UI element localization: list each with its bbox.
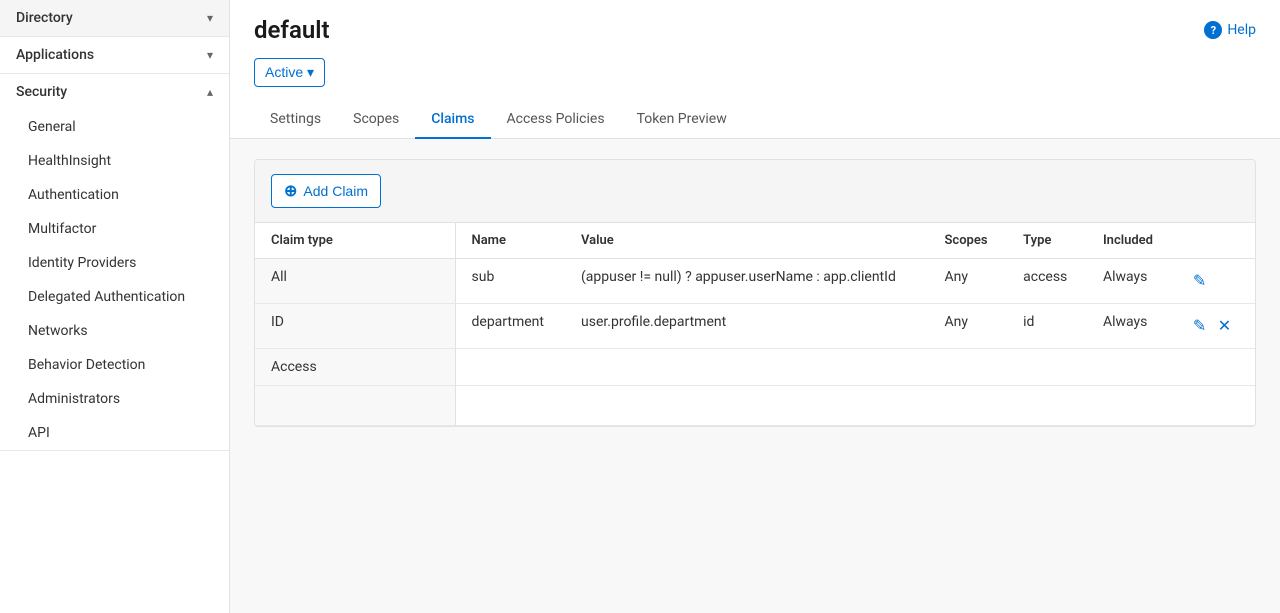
empty-content-cell xyxy=(455,386,1255,426)
sidebar-section-header-security[interactable]: Security ▴ xyxy=(0,74,229,110)
sidebar: Directory ▾ Applications ▾ Security ▴ Ge… xyxy=(0,0,230,613)
claim-included-cell: Always xyxy=(1087,304,1173,349)
col-header-claim-type: Claim type xyxy=(255,223,455,259)
main-body: ⊕ Add Claim Claim type Name Value xyxy=(230,139,1280,613)
col-header-included: Included xyxy=(1087,223,1173,259)
sidebar-item-healthinsight[interactable]: HealthInsight xyxy=(0,144,229,178)
help-link[interactable]: ? Help xyxy=(1204,21,1256,39)
sidebar-item-networks[interactable]: Networks xyxy=(0,314,229,348)
claim-type-val-cell: access xyxy=(1007,259,1087,304)
claim-type-val-cell: id xyxy=(1007,304,1087,349)
active-status-button[interactable]: Active ▾ xyxy=(254,58,325,87)
add-claim-button[interactable]: ⊕ Add Claim xyxy=(271,174,381,208)
sidebar-section-label-security: Security xyxy=(16,84,67,100)
col-header-type: Type xyxy=(1007,223,1087,259)
tabs-bar: Settings Scopes Claims Access Policies T… xyxy=(254,101,1256,138)
sidebar-section-header-directory[interactable]: Directory ▾ xyxy=(0,0,229,36)
claim-value-cell: user.profile.department xyxy=(565,304,928,349)
help-icon: ? xyxy=(1204,21,1222,39)
help-label: Help xyxy=(1227,22,1256,38)
sidebar-section-applications: Applications ▾ xyxy=(0,37,229,74)
edit-claim-button[interactable]: ✎ xyxy=(1189,314,1210,338)
claim-type-empty xyxy=(1007,349,1087,386)
sidebar-section-directory: Directory ▾ xyxy=(0,0,229,37)
main-header: default ? Help Active ▾ Settings Scopes … xyxy=(230,0,1280,139)
tab-scopes[interactable]: Scopes xyxy=(337,101,415,139)
sidebar-item-behavior-detection[interactable]: Behavior Detection xyxy=(0,348,229,382)
claims-table-header: Claim type Name Value Scopes Type xyxy=(255,223,1255,259)
claim-value-empty xyxy=(565,349,928,386)
tab-settings[interactable]: Settings xyxy=(254,101,337,139)
tab-claims[interactable]: Claims xyxy=(415,101,490,139)
claim-type-cell-all: All xyxy=(255,259,455,304)
claims-table-body: All sub (appuser != null) ? appuser.user… xyxy=(255,259,1255,426)
chevron-up-icon: ▴ xyxy=(207,85,213,99)
claim-name-cell: department xyxy=(455,304,565,349)
col-header-name: Name xyxy=(455,223,565,259)
claim-actions-cell: ✎ ✕ xyxy=(1173,304,1255,349)
tab-token-preview[interactable]: Token Preview xyxy=(621,101,743,139)
sidebar-item-administrators[interactable]: Administrators xyxy=(0,382,229,416)
page-title: default xyxy=(254,16,330,44)
active-status-label: Active ▾ xyxy=(265,64,314,81)
add-claim-label: Add Claim xyxy=(303,183,368,199)
sidebar-section-label-directory: Directory xyxy=(16,10,73,26)
claims-toolbar: ⊕ Add Claim xyxy=(255,160,1255,223)
claim-actions-empty xyxy=(1173,349,1255,386)
edit-claim-button[interactable]: ✎ xyxy=(1189,269,1210,293)
col-header-value: Value xyxy=(565,223,928,259)
sidebar-item-multifactor[interactable]: Multifactor xyxy=(0,212,229,246)
sidebar-item-delegated-authentication[interactable]: Delegated Authentication xyxy=(0,280,229,314)
claim-type-cell-id: ID xyxy=(255,304,455,349)
claim-scopes-empty xyxy=(928,349,1007,386)
claim-value-cell: (appuser != null) ? appuser.userName : a… xyxy=(565,259,928,304)
sidebar-section-security: Security ▴ General HealthInsight Authent… xyxy=(0,74,229,451)
claim-scopes-cell: Any xyxy=(928,259,1007,304)
tab-access-policies[interactable]: Access Policies xyxy=(491,101,621,139)
sidebar-items-security: General HealthInsight Authentication Mul… xyxy=(0,110,229,450)
claim-included-empty xyxy=(1087,349,1173,386)
table-row: All sub (appuser != null) ? appuser.user… xyxy=(255,259,1255,304)
col-header-actions xyxy=(1173,223,1255,259)
active-badge-row: Active ▾ xyxy=(254,58,1256,87)
claim-type-cell-access: Access xyxy=(255,349,455,386)
table-row: ID department user.profile.department An… xyxy=(255,304,1255,349)
sidebar-section-label-applications: Applications xyxy=(16,47,94,63)
sidebar-item-authentication[interactable]: Authentication xyxy=(0,178,229,212)
table-row: Access xyxy=(255,349,1255,386)
sidebar-section-header-applications[interactable]: Applications ▾ xyxy=(0,37,229,73)
claim-name-empty xyxy=(455,349,565,386)
claims-table: Claim type Name Value Scopes Type xyxy=(255,223,1255,426)
chevron-down-icon: ▾ xyxy=(207,48,213,62)
claim-name-cell: sub xyxy=(455,259,565,304)
plus-icon: ⊕ xyxy=(284,181,297,201)
claim-included-cell: Always xyxy=(1087,259,1173,304)
chevron-down-icon: ▾ xyxy=(207,11,213,25)
table-row-empty xyxy=(255,386,1255,426)
sidebar-item-identity-providers[interactable]: Identity Providers xyxy=(0,246,229,280)
sidebar-item-general[interactable]: General xyxy=(0,110,229,144)
main-content-area: default ? Help Active ▾ Settings Scopes … xyxy=(230,0,1280,613)
claim-type-cell-empty xyxy=(255,386,455,426)
title-row: default ? Help xyxy=(254,16,1256,44)
col-header-scopes: Scopes xyxy=(928,223,1007,259)
claims-panel: ⊕ Add Claim Claim type Name Value xyxy=(254,159,1256,427)
delete-claim-button[interactable]: ✕ xyxy=(1214,314,1235,338)
sidebar-item-api[interactable]: API xyxy=(0,416,229,450)
claim-scopes-cell: Any xyxy=(928,304,1007,349)
claim-actions-cell: ✎ xyxy=(1173,259,1255,304)
